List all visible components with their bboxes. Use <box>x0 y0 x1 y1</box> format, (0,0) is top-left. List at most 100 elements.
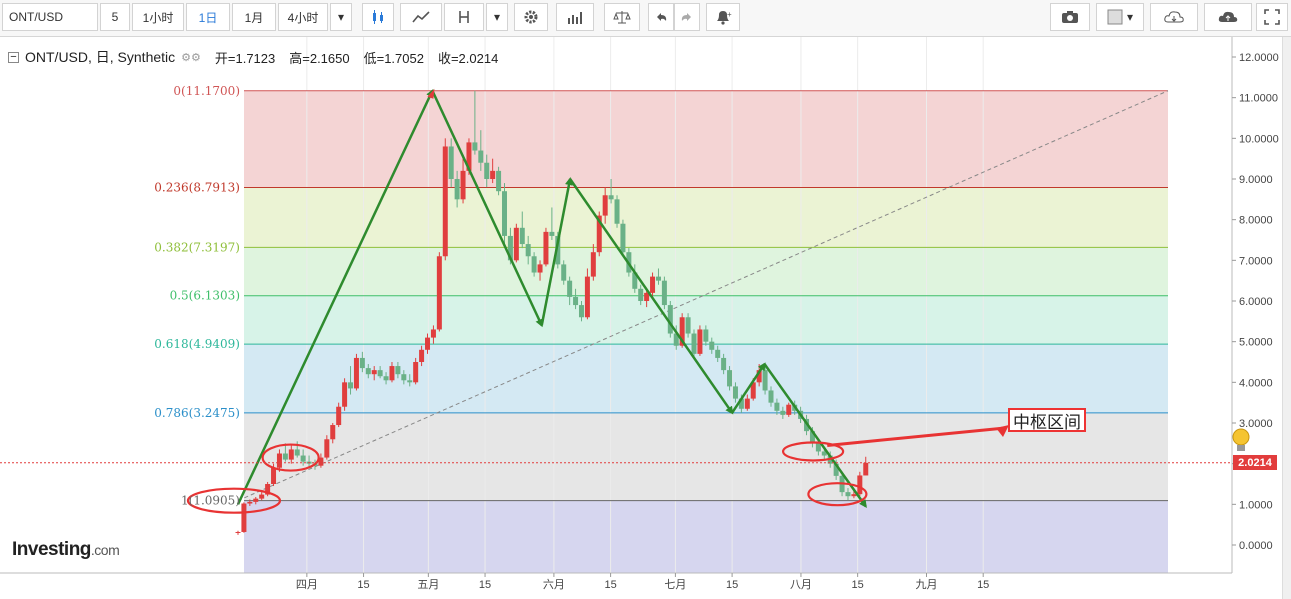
candle-body[interactable] <box>845 492 851 497</box>
candle-body[interactable] <box>768 390 774 403</box>
candle-body[interactable] <box>247 501 253 504</box>
candle-body[interactable] <box>519 227 525 245</box>
x-tick-label: 15 <box>479 579 491 591</box>
candle-body[interactable] <box>472 142 478 151</box>
candle-body[interactable] <box>276 453 282 468</box>
fib-band <box>244 247 1168 296</box>
candle-body[interactable] <box>442 146 448 257</box>
candle-body[interactable] <box>863 462 869 476</box>
candle-body[interactable] <box>282 453 288 460</box>
candle-body[interactable] <box>691 333 697 354</box>
candle-body[interactable] <box>490 170 496 179</box>
candle-body[interactable] <box>697 329 703 354</box>
candle-body[interactable] <box>661 280 667 306</box>
candle-body[interactable] <box>241 503 247 532</box>
fib-level-label: 0.786(3.2475) <box>154 406 240 420</box>
candle-body[interactable] <box>294 449 300 456</box>
candle-body[interactable] <box>685 317 691 334</box>
candle-body[interactable] <box>650 276 656 293</box>
candle-body[interactable] <box>377 370 383 377</box>
candle-body[interactable] <box>715 349 721 358</box>
candle-body[interactable] <box>300 455 306 462</box>
candle-body[interactable] <box>549 231 555 236</box>
candle-body[interactable] <box>460 170 466 200</box>
candle-body[interactable] <box>851 494 857 497</box>
candle-body[interactable] <box>543 231 549 265</box>
candle-body[interactable] <box>531 256 537 273</box>
candle-body[interactable] <box>703 329 709 342</box>
candle-body[interactable] <box>573 296 579 306</box>
candle-body[interactable] <box>371 370 377 375</box>
candle-body[interactable] <box>395 366 401 375</box>
candle-body[interactable] <box>419 349 425 362</box>
candle-body[interactable] <box>608 195 614 200</box>
candle-body[interactable] <box>561 264 567 281</box>
legend-settings-icon[interactable]: ⚙⚙ <box>181 51 201 64</box>
candle-body[interactable] <box>732 386 738 399</box>
vertical-scrollbar[interactable] <box>1282 37 1291 599</box>
y-tick-label: 1.0000 <box>1239 499 1273 511</box>
y-tick-label: 11.0000 <box>1239 93 1278 105</box>
candle-body[interactable] <box>436 256 442 330</box>
candle-body[interactable] <box>786 404 792 415</box>
lightbulb-icon[interactable] <box>1228 426 1254 454</box>
candle-body[interactable] <box>271 467 277 484</box>
candle-body[interactable] <box>602 195 608 216</box>
candle-body[interactable] <box>496 170 502 192</box>
candle-body[interactable] <box>342 382 348 407</box>
candle-body[interactable] <box>590 252 596 277</box>
candle-body[interactable] <box>727 370 733 387</box>
candle-body[interactable] <box>525 244 531 257</box>
candle-body[interactable] <box>721 357 727 371</box>
candle-body[interactable] <box>359 357 365 369</box>
candle-body[interactable] <box>330 425 336 440</box>
candle-body[interactable] <box>567 280 573 297</box>
x-tick-label: 15 <box>852 579 864 591</box>
candle-body[interactable] <box>614 199 620 224</box>
candle-body[interactable] <box>430 329 436 338</box>
candle-body[interactable] <box>448 146 454 179</box>
fib-band <box>244 344 1168 413</box>
candle-body[interactable] <box>407 380 413 383</box>
annotation-box[interactable]: 中枢区间 <box>1008 408 1086 433</box>
candle-body[interactable] <box>655 276 661 281</box>
candle-body[interactable] <box>365 368 371 375</box>
candle-body[interactable] <box>513 227 519 261</box>
candle-body[interactable] <box>401 374 407 381</box>
candle-body[interactable] <box>353 357 359 389</box>
candle-body[interactable] <box>578 305 584 318</box>
candle-body[interactable] <box>501 191 507 236</box>
candle-body[interactable] <box>584 276 590 318</box>
current-price-tag: 2.0214 <box>1233 455 1277 470</box>
y-tick-label: 8.0000 <box>1239 215 1273 227</box>
candle-body[interactable] <box>484 162 490 179</box>
candle-body[interactable] <box>336 406 342 426</box>
candle-body[interactable] <box>762 370 768 391</box>
candle-body[interactable] <box>774 402 780 411</box>
candle-body[interactable] <box>288 449 294 460</box>
candle-body[interactable] <box>780 410 786 415</box>
candle-body[interactable] <box>348 382 354 389</box>
candle-body[interactable] <box>454 179 460 200</box>
candle-body[interactable] <box>478 150 484 163</box>
candle-body[interactable] <box>389 366 395 381</box>
candle-body[interactable] <box>413 362 419 383</box>
candle-body[interactable] <box>815 443 821 452</box>
candle-body[interactable] <box>857 475 863 495</box>
price-chart[interactable]: 12.0000 11.0000 10.0000 9.0000 8.0000 7.0000 6… <box>0 0 1282 599</box>
candle-body[interactable] <box>537 264 543 273</box>
candle-body[interactable] <box>324 439 330 458</box>
chart-legend: − ONT/USD, 日, Synthetic ⚙⚙ 开=1.7123 高=2.… <box>8 47 498 67</box>
candle-body[interactable] <box>620 223 626 253</box>
legend-low: 低=1.7052 <box>363 50 424 66</box>
candle-body[interactable] <box>709 341 715 350</box>
candle-body[interactable] <box>638 288 644 301</box>
x-tick-label: 八月 <box>790 579 812 591</box>
candle-body[interactable] <box>235 531 241 533</box>
candle-body[interactable] <box>259 494 265 499</box>
candle-body[interactable] <box>425 337 431 350</box>
candle-body[interactable] <box>383 376 389 381</box>
candle-body[interactable] <box>253 498 259 502</box>
candle-body[interactable] <box>744 398 750 409</box>
collapse-icon[interactable]: − <box>8 51 19 63</box>
